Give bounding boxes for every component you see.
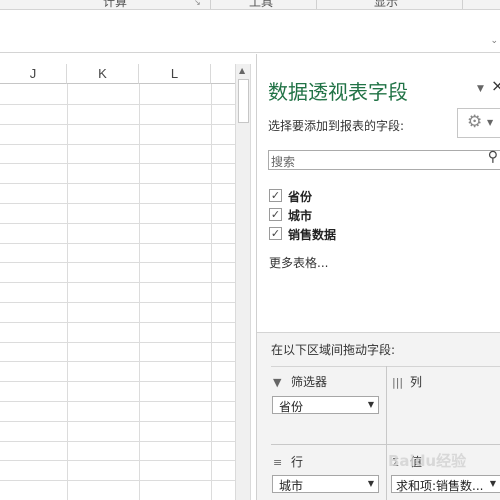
gridline-horizontal <box>0 302 235 303</box>
drag-areas-section: 在以下区域间拖动字段: ▼ 筛选器 省份 ▼ ||| 列 ≡ 行 城市 ▼ Σ … <box>257 332 500 500</box>
gridline-horizontal <box>0 144 235 145</box>
ribbon-group-calculate: 计算 <box>103 0 128 9</box>
ribbon: 计算 ↘ 工具 显示 <box>0 0 500 10</box>
excel-window: 计算 ↘ 工具 显示 ⌄ J K L ▲ 数据透视表字段 ▼ × 选择要添加到报… <box>0 0 500 500</box>
gridline-horizontal <box>0 401 235 402</box>
ribbon-separator <box>316 0 317 9</box>
field-label: 城市 <box>288 209 313 223</box>
ribbon-separator <box>462 0 463 9</box>
scroll-thumb[interactable] <box>238 79 249 123</box>
gridline-horizontal <box>0 124 235 125</box>
gridline-horizontal <box>0 104 235 105</box>
search-input[interactable]: 搜索 ⚲ <box>268 149 500 170</box>
rows-label: 行 <box>291 455 304 469</box>
gridline-horizontal <box>0 421 235 422</box>
gridline-horizontal <box>0 203 235 204</box>
column-header-j[interactable]: J <box>0 64 67 84</box>
choose-fields-label: 选择要添加到报表的字段: <box>268 119 405 133</box>
column-header-k[interactable]: K <box>67 64 139 84</box>
ribbon-launcher-icon[interactable]: ↘ <box>194 0 201 7</box>
gridline-horizontal <box>0 361 235 362</box>
search-icon[interactable]: ⚲ <box>488 149 498 165</box>
chevron-down-icon[interactable]: ▼ <box>368 400 374 409</box>
gridline-horizontal <box>0 282 235 283</box>
ribbon-separator <box>210 0 211 9</box>
chevron-down-icon: ▼ <box>487 118 494 127</box>
gridline-horizontal <box>0 163 235 164</box>
vertical-scrollbar[interactable]: ▲ <box>235 64 251 500</box>
pill-label: 求和项:销售数... <box>396 479 484 493</box>
rows-field-pill[interactable]: 城市 ▼ <box>272 475 379 493</box>
filters-label: 筛选器 <box>291 375 328 389</box>
columns-zone-header: ||| 列 <box>392 373 422 390</box>
checkbox-checked-icon[interactable]: ✓ <box>269 208 282 221</box>
tools-button[interactable]: ⚙ ▼ <box>457 108 500 138</box>
chevron-down-icon[interactable]: ▼ <box>490 479 496 488</box>
columns-icon: ||| <box>392 376 404 389</box>
gridline-horizontal <box>0 322 235 323</box>
filters-zone-header: ▼ 筛选器 <box>273 373 327 390</box>
gridline-horizontal <box>0 183 235 184</box>
gridline-horizontal <box>0 441 235 442</box>
divider <box>386 366 387 500</box>
gridline-horizontal <box>0 243 235 244</box>
scroll-up-icon[interactable]: ▲ <box>239 66 245 75</box>
chevron-down-icon[interactable]: ▼ <box>368 479 374 488</box>
gridline-vertical <box>211 84 212 500</box>
columns-label: 列 <box>410 375 423 389</box>
field-label: 销售数据 <box>288 228 337 242</box>
gear-icon: ⚙ <box>467 112 483 132</box>
values-field-pill[interactable]: 求和项:销售数... ▼ <box>391 475 500 493</box>
gridline-horizontal <box>0 480 235 481</box>
ribbon-group-tools: 工具 <box>249 0 274 9</box>
filter-icon: ▼ <box>273 376 282 389</box>
pane-options-chevron-icon[interactable]: ▼ <box>477 84 484 94</box>
gridline-horizontal <box>0 381 235 382</box>
column-header-l[interactable]: L <box>139 64 211 84</box>
search-placeholder: 搜索 <box>271 155 296 169</box>
checkbox-checked-icon[interactable]: ✓ <box>269 227 282 240</box>
gridline-horizontal <box>0 262 235 263</box>
more-tables-link[interactable]: 更多表格... <box>269 254 328 271</box>
divider <box>271 444 500 445</box>
gridline-vertical <box>67 84 68 500</box>
formula-bar[interactable]: ⌄ <box>0 11 500 53</box>
pill-label: 城市 <box>279 479 304 493</box>
ribbon-group-show: 显示 <box>374 0 399 9</box>
gridline-horizontal <box>0 460 235 461</box>
gridline-vertical <box>139 84 140 500</box>
rows-zone-header: ≡ 行 <box>273 453 303 470</box>
drag-fields-label: 在以下区域间拖动字段: <box>271 343 396 357</box>
close-icon[interactable]: × <box>491 76 500 95</box>
pane-title: 数据透视表字段 <box>268 80 408 104</box>
checkbox-checked-icon[interactable]: ✓ <box>269 189 282 202</box>
column-header-partial[interactable] <box>211 64 235 84</box>
gridline-horizontal <box>0 342 235 343</box>
worksheet-grid[interactable]: J K L <box>0 54 235 500</box>
watermark: Baidu经验 <box>388 452 467 470</box>
gridline-horizontal <box>0 223 235 224</box>
pill-label: 省份 <box>279 400 304 414</box>
pivot-fields-pane: 数据透视表字段 ▼ × 选择要添加到报表的字段: ⚙ ▼ 搜索 ⚲ ✓ 省份 ✓… <box>256 54 500 500</box>
filters-field-pill[interactable]: 省份 ▼ <box>272 396 379 414</box>
rows-icon: ≡ <box>273 456 283 469</box>
expand-formula-bar-icon[interactable]: ⌄ <box>490 36 498 46</box>
field-label: 省份 <box>288 190 313 204</box>
